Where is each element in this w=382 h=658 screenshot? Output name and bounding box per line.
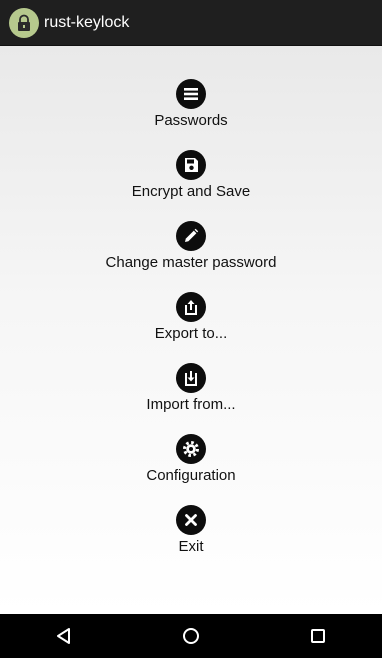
passwords-button[interactable]: Passwords	[0, 79, 382, 143]
app-title: rust-keylock	[44, 13, 130, 31]
list-icon	[176, 79, 206, 109]
exit-label: Exit	[178, 538, 204, 555]
export-to-label: Export to...	[154, 325, 228, 342]
import-from-label: Import from...	[146, 396, 236, 413]
lock-icon	[9, 7, 39, 38]
back-button[interactable]	[34, 614, 94, 658]
passwords-label: Passwords	[154, 112, 228, 129]
home-button[interactable]	[161, 614, 221, 658]
save-icon	[176, 150, 206, 180]
home-icon	[182, 628, 199, 644]
export-to-button[interactable]: Export to...	[0, 292, 382, 356]
app-bar: rust-keylock	[0, 0, 382, 46]
close-icon	[176, 505, 206, 535]
gear-icon	[176, 434, 206, 464]
encrypt-and-save-label: Encrypt and Save	[131, 183, 251, 200]
pencil-icon	[176, 221, 206, 251]
navigation-bar	[0, 614, 382, 658]
recents-button[interactable]	[288, 614, 348, 658]
import-icon	[176, 363, 206, 393]
back-icon	[56, 628, 70, 644]
change-master-password-button[interactable]: Change master password	[0, 221, 382, 285]
configuration-label: Configuration	[146, 467, 236, 484]
exit-button[interactable]: Exit	[0, 505, 382, 569]
configuration-button[interactable]: Configuration	[0, 434, 382, 498]
encrypt-and-save-button[interactable]: Encrypt and Save	[0, 150, 382, 214]
import-from-button[interactable]: Import from...	[0, 363, 382, 427]
change-master-password-label: Change master password	[105, 254, 277, 271]
main-menu: Passwords Encrypt and Save Change master…	[0, 46, 382, 614]
export-icon	[176, 292, 206, 322]
recents-icon	[311, 629, 326, 643]
